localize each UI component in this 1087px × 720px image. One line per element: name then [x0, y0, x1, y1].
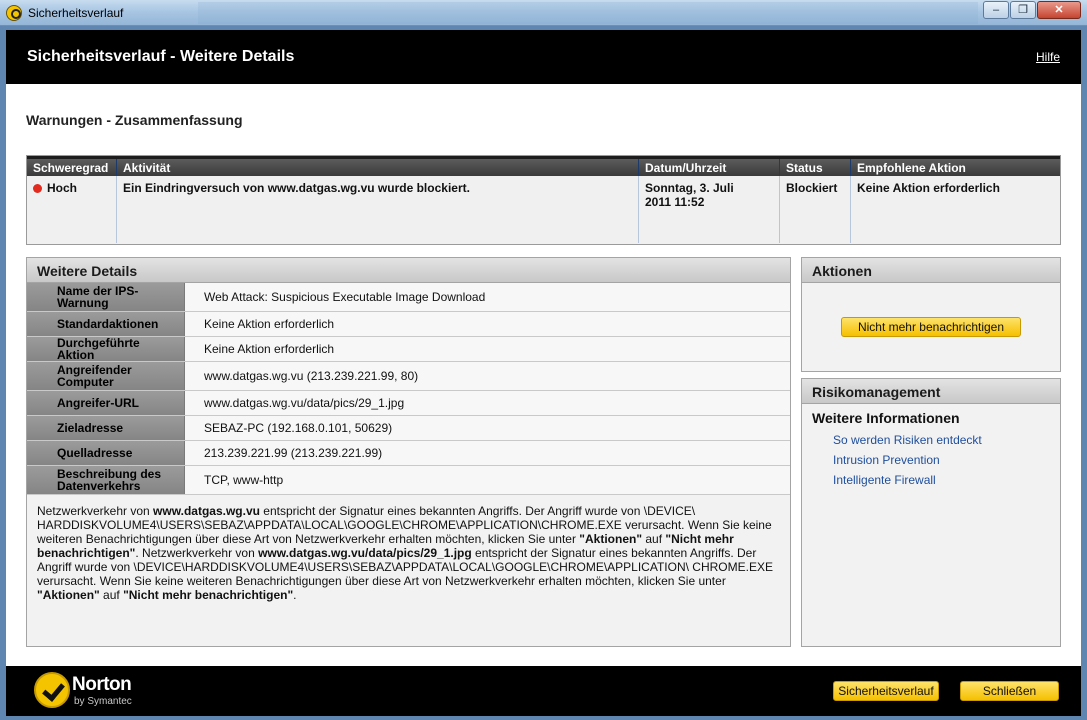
severity-dot-icon: [33, 184, 42, 193]
detail-value: Keine Aktion erforderlich: [185, 312, 790, 336]
risk-panel-title: Risikomanagement: [802, 379, 1060, 404]
datetime-cell: Sonntag, 3. Juli 2011 11:52: [639, 176, 780, 243]
security-history-button[interactable]: Sicherheitsverlauf: [833, 681, 939, 701]
details-panel: Weitere Details Name der IPS-Warnung Web…: [26, 257, 791, 647]
window-title: Sicherheitsverlauf: [28, 6, 124, 20]
activity-cell: Ein Eindringversuch von www.datgas.wg.vu…: [117, 176, 639, 243]
detail-row-target-address: Zieladresse SEBAZ-PC (192.168.0.101, 506…: [27, 416, 790, 441]
col-activity[interactable]: Aktivität: [117, 159, 639, 176]
stop-notifying-button[interactable]: Nicht mehr benachrichtigen: [840, 317, 1022, 337]
detail-row-attacking-computer: Angreifender Computer www.datgas.wg.vu (…: [27, 362, 790, 391]
window-titlebar: Sicherheitsverlauf – ❐ ✕: [0, 0, 1087, 26]
detail-value: SEBAZ-PC (192.168.0.101, 50629): [185, 416, 790, 440]
minimize-button[interactable]: –: [983, 1, 1009, 19]
col-recommended-action[interactable]: Empfohlene Aktion: [851, 159, 1060, 176]
close-window-button[interactable]: ✕: [1037, 1, 1081, 19]
detail-label: Name der IPS-Warnung: [27, 283, 185, 311]
footer-bar: Norton by Symantec Sicherheitsverlauf Sc…: [6, 666, 1081, 716]
actions-panel-title: Aktionen: [802, 258, 1060, 283]
norton-app-icon: [6, 5, 22, 21]
detail-label: Zieladresse: [27, 416, 185, 440]
brand-subtitle: by Symantec: [74, 696, 132, 707]
detail-value: 213.239.221.99 (213.239.221.99): [185, 441, 790, 465]
detail-row-traffic-description: Beschreibung des Datenverkehrs TCP, www-…: [27, 466, 790, 495]
window-client: Sicherheitsverlauf - Weitere Details Hil…: [6, 30, 1081, 716]
detail-value: Web Attack: Suspicious Executable Image …: [185, 283, 790, 311]
col-severity[interactable]: Schweregrad: [27, 159, 117, 176]
link-risk-detection[interactable]: So werden Risiken entdeckt: [802, 430, 1060, 450]
detail-row-performed-action: Durchgeführte Aktion Keine Aktion erford…: [27, 337, 790, 362]
norton-checkmark-logo-icon: [34, 672, 70, 708]
risk-management-panel: Risikomanagement Weitere Informationen S…: [801, 378, 1061, 647]
detail-row-attacker-url: Angreifer-URL www.datgas.wg.vu/data/pics…: [27, 391, 790, 416]
detail-label: Angreifender Computer: [27, 362, 185, 390]
col-datetime[interactable]: Datum/Uhrzeit: [639, 159, 780, 176]
severity-cell: Hoch: [27, 176, 117, 243]
severity-label: Hoch: [47, 181, 77, 195]
page-title: Sicherheitsverlauf - Weitere Details: [27, 48, 295, 65]
detail-row-source-address: Quelladresse 213.239.221.99 (213.239.221…: [27, 441, 790, 466]
actions-panel: Aktionen Nicht mehr benachrichtigen: [801, 257, 1061, 372]
window-controls: – ❐ ✕: [983, 1, 1081, 19]
recommended-action-cell: Keine Aktion erforderlich: [857, 181, 1000, 195]
detail-value: TCP, www-http: [185, 466, 790, 494]
header-bar: Sicherheitsverlauf - Weitere Details Hil…: [6, 30, 1081, 84]
detail-label: Durchgeführte Aktion: [27, 337, 185, 361]
details-panel-title: Weitere Details: [27, 258, 790, 283]
link-intrusion-prevention[interactable]: Intrusion Prevention: [802, 450, 1060, 470]
detail-label: Beschreibung des Datenverkehrs: [27, 466, 185, 494]
maximize-button[interactable]: ❐: [1010, 1, 1036, 19]
brand-name: Norton: [72, 674, 132, 695]
summary-table: Schweregrad Aktivität Datum/Uhrzeit Stat…: [26, 155, 1061, 245]
summary-table-header: Schweregrad Aktivität Datum/Uhrzeit Stat…: [27, 156, 1060, 176]
detail-label: Quelladresse: [27, 441, 185, 465]
help-link[interactable]: Hilfe: [1036, 50, 1060, 64]
status-cell: Blockiert: [780, 176, 851, 243]
detail-label: Angreifer-URL: [27, 391, 185, 415]
table-row[interactable]: Hoch Ein Eindringversuch von www.datgas.…: [27, 176, 1060, 243]
detail-description: Netzwerkverkehr von www.datgas.wg.vu ent…: [37, 504, 773, 602]
detail-value: Keine Aktion erforderlich: [185, 337, 790, 361]
detail-row-default-actions: Standardaktionen Keine Aktion erforderli…: [27, 312, 790, 337]
close-button[interactable]: Schließen: [960, 681, 1059, 701]
background-window-ghost: [198, 2, 978, 24]
summary-title: Warnungen - Zusammenfassung: [26, 112, 243, 128]
link-smart-firewall[interactable]: Intelligente Firewall: [802, 470, 1060, 490]
detail-row-ips-warning: Name der IPS-Warnung Web Attack: Suspici…: [27, 283, 790, 312]
col-status[interactable]: Status: [780, 159, 851, 176]
detail-value: www.datgas.wg.vu (213.239.221.99, 80): [185, 362, 790, 390]
more-info-heading: Weitere Informationen: [812, 410, 960, 426]
detail-value: www.datgas.wg.vu/data/pics/29_1.jpg: [185, 391, 790, 415]
detail-label: Standardaktionen: [27, 312, 185, 336]
date-text: Sonntag, 3. Juli: [645, 181, 734, 195]
time-text: 2011 11:52: [645, 195, 705, 209]
